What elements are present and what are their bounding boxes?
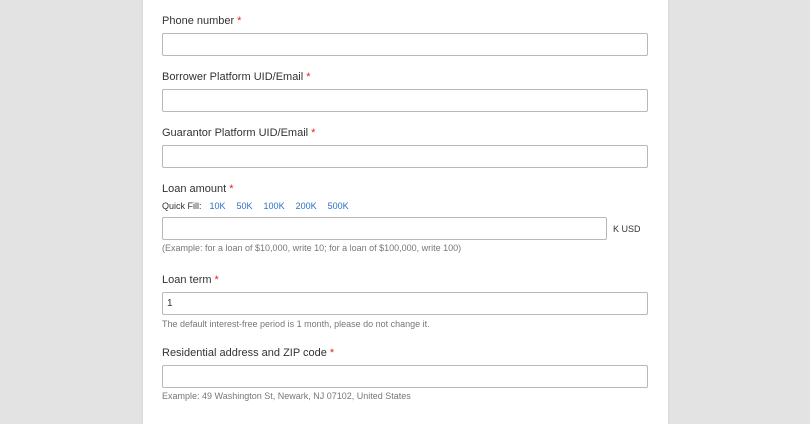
loan-amount-input[interactable] xyxy=(162,217,607,240)
borrower-field-group: Borrower Platform UID/Email * xyxy=(162,71,648,112)
address-field-group: Residential address and ZIP code * Exampl… xyxy=(162,347,648,402)
address-hint: Example: 49 Washington St, Newark, NJ 07… xyxy=(162,391,411,401)
quick-fill-50k[interactable]: 50K xyxy=(237,201,253,211)
loan-amount-hint: (Example: for a loan of $10,000, write 1… xyxy=(162,243,462,253)
address-label: Residential address and ZIP code * xyxy=(162,347,648,360)
required-asterisk: * xyxy=(214,274,219,286)
loan-amount-field-group: Loan amount * Quick Fill: 10K 50K 100K 200K 50… xyxy=(162,183,648,254)
loan-term-hint: The default interest-free period is 1 mo… xyxy=(162,319,430,329)
quick-fill-label: Quick Fill: xyxy=(162,201,202,211)
guarantor-input[interactable] xyxy=(162,145,648,168)
required-asterisk: * xyxy=(329,347,335,359)
required-asterisk: * xyxy=(306,71,311,83)
phone-label: Phone number * xyxy=(162,15,648,28)
loan-amount-label-text: Loan amount xyxy=(162,183,227,195)
quick-fill-100k[interactable]: 100K xyxy=(264,201,285,211)
quick-fill-500k[interactable]: 500K xyxy=(328,201,349,211)
borrower-input[interactable] xyxy=(162,89,648,112)
loan-term-field-group: Loan term* The default interest-free per… xyxy=(162,274,648,330)
borrower-label: Borrower Platform UID/Email * xyxy=(162,71,648,84)
quick-fill-row: Quick Fill: 10K 50K 100K 200K 500K xyxy=(162,201,648,212)
loan-term-label: Loan term * xyxy=(162,274,648,287)
quick-fill-10k[interactable]: 10K xyxy=(210,201,226,211)
phone-label-text: Phone number xyxy=(162,15,235,27)
borrower-label-text: Borrower Platform UID/Email xyxy=(162,71,304,83)
address-label-text: Residential address and ZIP code xyxy=(162,347,327,359)
loan-amount-input-row: K USD xyxy=(162,217,648,240)
phone-input[interactable] xyxy=(162,33,648,56)
loan-term-input[interactable] xyxy=(162,292,648,315)
required-asterisk: * xyxy=(237,15,242,27)
quick-fill-200k[interactable]: 200K xyxy=(296,201,317,211)
required-asterisk: * xyxy=(311,127,316,139)
address-input[interactable] xyxy=(162,365,648,388)
loan-term-label-text: Loan term xyxy=(162,274,212,286)
loan-amount-unit: K USD xyxy=(613,223,641,234)
required-asterisk: * xyxy=(229,183,234,195)
guarantor-field-group: Guarantor Platform UID/Email * xyxy=(162,127,648,168)
guarantor-label-text: Guarantor Platform UID/Email xyxy=(162,127,309,139)
loan-amount-label: Loan amount * xyxy=(162,183,648,196)
form-card: Phone number * Borrower Platform UID/Emai… xyxy=(143,0,668,424)
phone-field-group: Phone number * xyxy=(162,15,648,56)
guarantor-label: Guarantor Platform UID/Email * xyxy=(162,127,648,140)
